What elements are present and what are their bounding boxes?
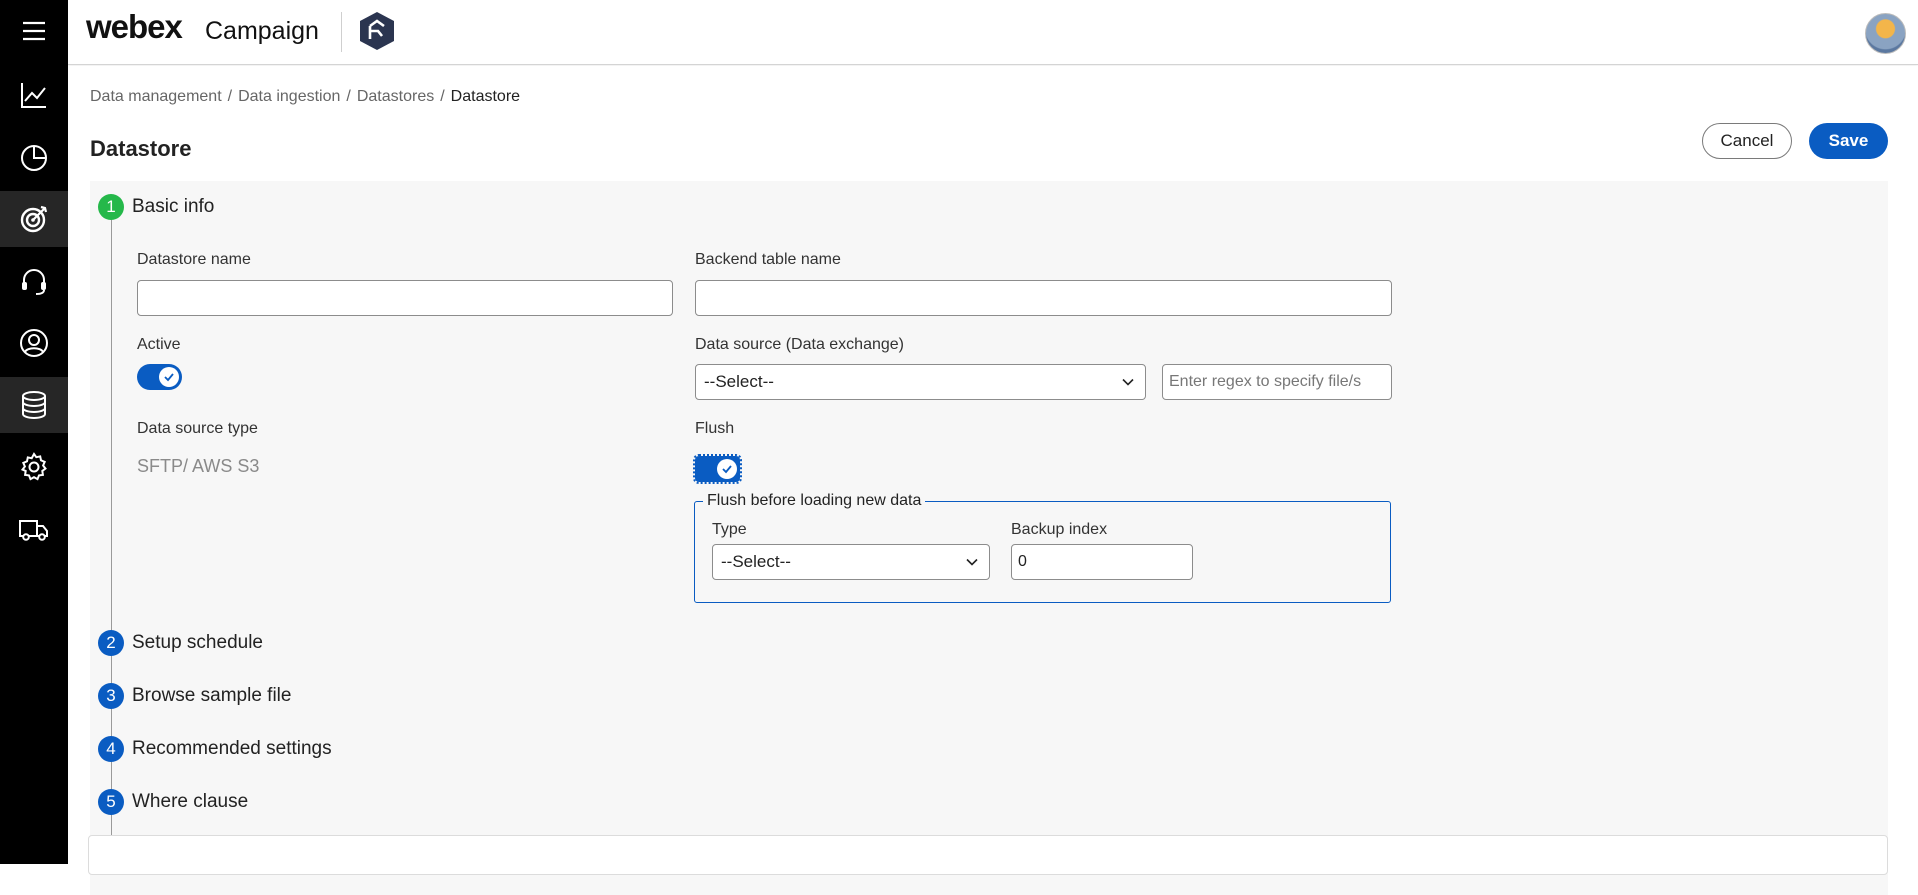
toggle-knob bbox=[717, 459, 737, 479]
steps-connector-line bbox=[111, 208, 112, 860]
chevron-down-icon bbox=[1122, 378, 1134, 386]
backend-table-name-input[interactable] bbox=[695, 280, 1392, 316]
flush-toggle[interactable] bbox=[693, 454, 742, 484]
backup-index-label: Backup index bbox=[1011, 521, 1108, 538]
active-toggle[interactable] bbox=[137, 364, 182, 390]
step-recommended-settings[interactable]: 4 Recommended settings bbox=[98, 736, 332, 762]
secondary-panel bbox=[88, 835, 1888, 875]
truck-icon[interactable] bbox=[0, 501, 68, 557]
analytics-line-chart-icon[interactable] bbox=[0, 67, 68, 123]
checkmark-icon bbox=[722, 465, 732, 474]
chevron-down-icon bbox=[966, 558, 978, 566]
step-label: Basic info bbox=[132, 196, 215, 217]
headset-icon[interactable] bbox=[0, 253, 68, 309]
step-number: 5 bbox=[98, 789, 124, 815]
flush-label: Flush bbox=[695, 420, 735, 437]
breadcrumb-data-management[interactable]: Data management bbox=[90, 88, 222, 106]
gear-icon[interactable] bbox=[0, 439, 68, 495]
data-source-label: Data source (Data exchange) bbox=[695, 336, 904, 353]
step-label: Where clause bbox=[132, 791, 249, 812]
breadcrumb-separator: / bbox=[346, 88, 351, 105]
company-logo-icon bbox=[360, 12, 394, 50]
breadcrumb-current: Datastore bbox=[450, 88, 521, 105]
breadcrumb-separator: / bbox=[227, 88, 233, 105]
data-source-selected-value: --Select-- bbox=[704, 372, 774, 391]
top-header: webex Campaign bbox=[68, 0, 1918, 65]
target-icon[interactable] bbox=[0, 191, 68, 247]
breadcrumb-separator: / bbox=[440, 88, 445, 105]
type-label: Type bbox=[712, 521, 747, 538]
datastore-name-label: Datastore name bbox=[137, 251, 251, 268]
webex-logo: webex bbox=[86, 8, 183, 45]
page-title: Datastore bbox=[90, 136, 192, 161]
step-label: Browse sample file bbox=[132, 685, 292, 706]
datastore-name-input[interactable] bbox=[137, 280, 673, 316]
step-number: 4 bbox=[98, 736, 124, 762]
step-setup-schedule[interactable]: 2 Setup schedule bbox=[98, 630, 263, 656]
flush-type-select[interactable]: --Select-- bbox=[712, 544, 990, 580]
step-number: 2 bbox=[98, 630, 124, 656]
breadcrumb: Data management / Data ingestion / Datas… bbox=[90, 88, 520, 106]
user-circle-icon[interactable] bbox=[0, 315, 68, 371]
flush-type-selected-value: --Select-- bbox=[721, 552, 791, 571]
header-divider bbox=[341, 12, 342, 52]
breadcrumb-datastores[interactable]: Datastores bbox=[357, 88, 434, 106]
backup-index-input[interactable] bbox=[1011, 544, 1193, 580]
product-name: Campaign bbox=[205, 17, 319, 45]
regex-input[interactable] bbox=[1162, 364, 1392, 400]
step-browse-sample-file[interactable]: 3 Browse sample file bbox=[98, 683, 291, 709]
backend-table-name-label: Backend table name bbox=[695, 251, 841, 268]
breadcrumb-data-ingestion[interactable]: Data ingestion bbox=[238, 88, 340, 106]
step-where-clause[interactable]: 5 Where clause bbox=[98, 789, 248, 815]
sidebar bbox=[0, 0, 68, 864]
data-source-select[interactable]: --Select-- bbox=[695, 364, 1146, 400]
step-label: Recommended settings bbox=[132, 738, 332, 759]
step-number: 1 bbox=[98, 194, 124, 220]
database-icon[interactable] bbox=[0, 377, 68, 433]
step-basic-info[interactable]: 1 Basic info bbox=[98, 194, 214, 220]
save-button[interactable]: Save bbox=[1809, 123, 1888, 159]
cancel-button[interactable]: Cancel bbox=[1702, 123, 1792, 159]
data-source-type-label: Data source type bbox=[137, 420, 258, 437]
data-source-type-value: SFTP/ AWS S3 bbox=[137, 456, 260, 476]
active-label: Active bbox=[137, 336, 181, 353]
pie-chart-icon[interactable] bbox=[0, 129, 68, 185]
step-label: Setup schedule bbox=[132, 632, 263, 653]
main-content: Data management / Data ingestion / Datas… bbox=[68, 66, 1918, 895]
step-number: 3 bbox=[98, 683, 124, 709]
avatar[interactable] bbox=[1865, 13, 1906, 54]
menu-icon[interactable] bbox=[0, 3, 68, 59]
checkmark-icon bbox=[164, 373, 174, 382]
flush-group-legend: Flush before loading new data bbox=[703, 492, 926, 510]
toggle-knob bbox=[159, 367, 179, 387]
